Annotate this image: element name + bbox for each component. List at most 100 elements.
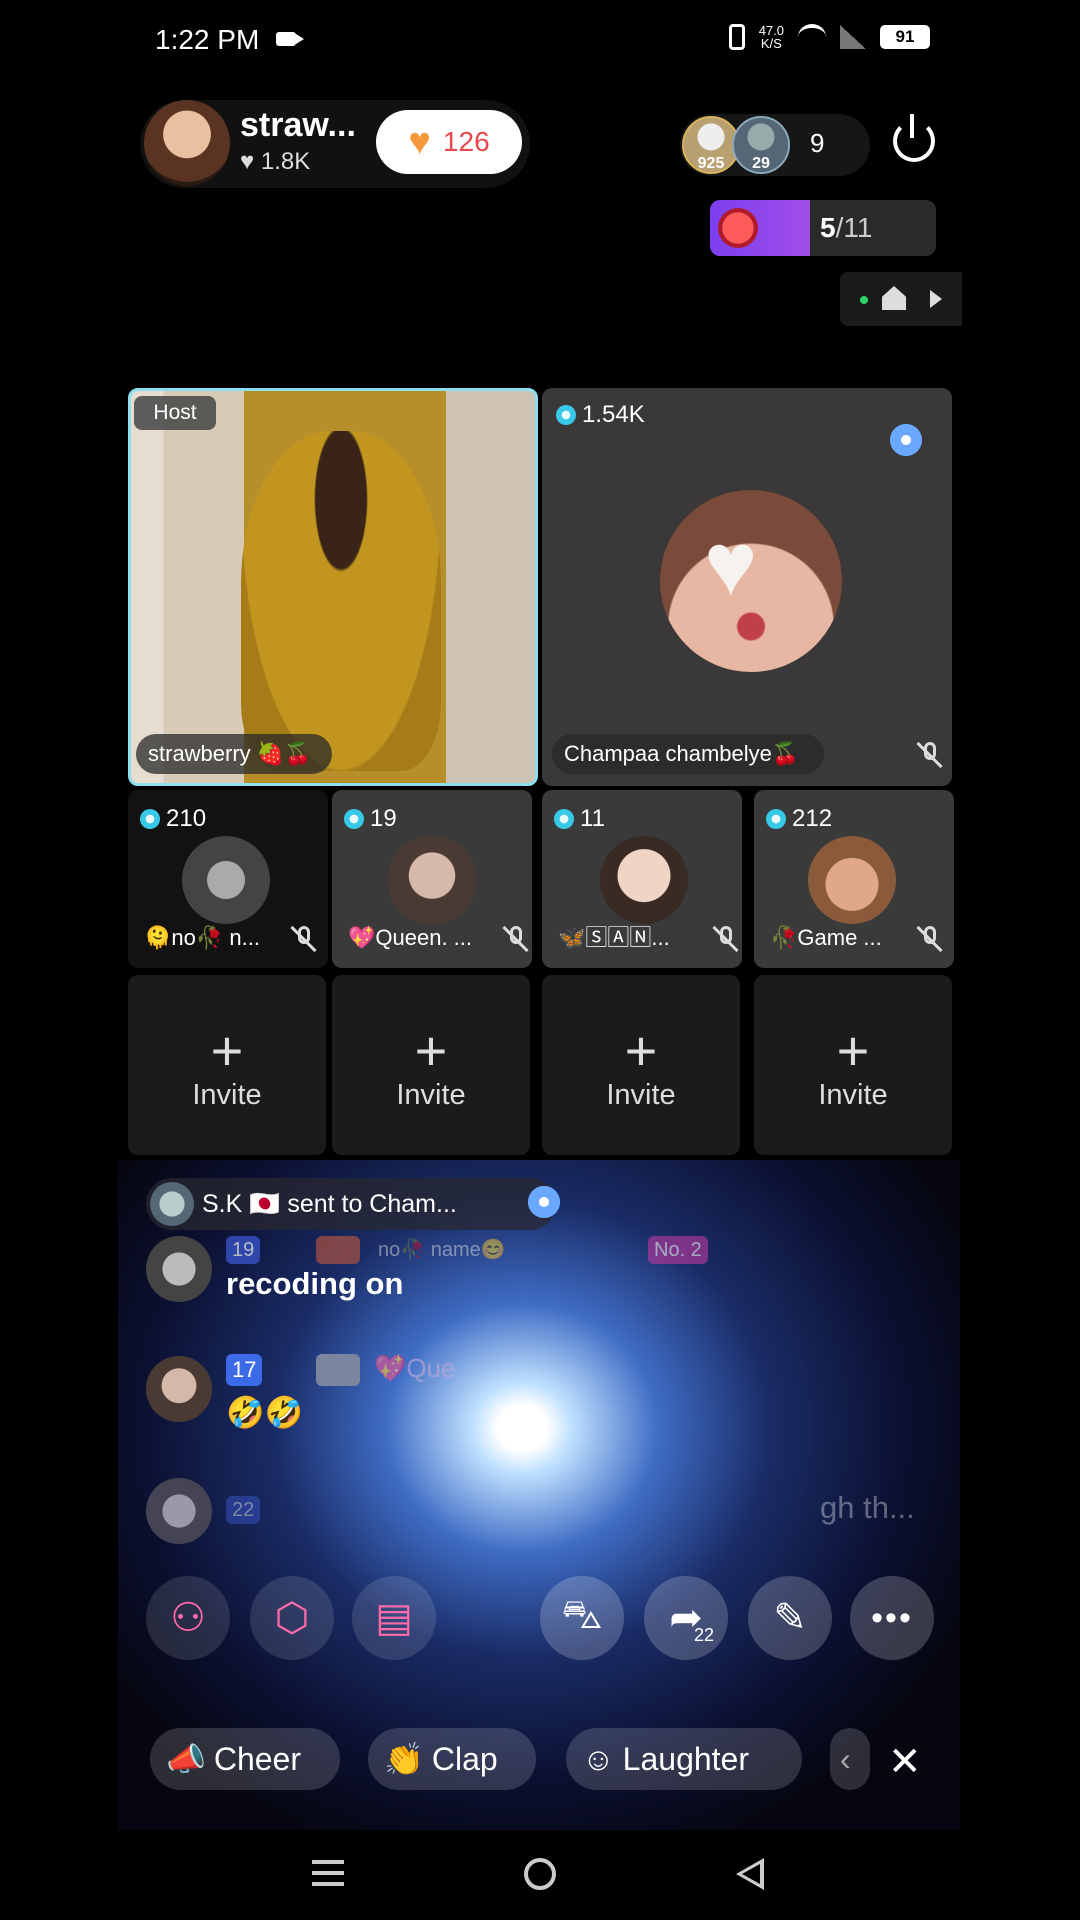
seat-4-gems: 212 — [766, 802, 832, 836]
gem-icon — [556, 405, 576, 425]
host-seat[interactable] — [128, 388, 538, 786]
host-tag: Host — [134, 396, 216, 430]
heart-badge — [316, 1354, 360, 1386]
seat-3-avatar — [600, 836, 688, 924]
shop-button[interactable]: ⛍ — [540, 1576, 624, 1660]
follow-count: 126 — [442, 126, 490, 157]
battery-icon: 91 — [880, 25, 930, 49]
status-bar: 1:22 PM 47.0 K/S 91 — [0, 0, 1080, 80]
power-icon[interactable] — [893, 114, 935, 162]
more-button[interactable]: ••• — [850, 1576, 934, 1660]
host-seat-name: strawberry 🍓🍒 — [136, 734, 332, 774]
gift-banner: S.K 🇯🇵 sent to Cham... — [146, 1174, 572, 1230]
shopping-bag-icon: ⛍ — [561, 1593, 603, 1637]
nav-home-icon[interactable] — [524, 1858, 556, 1890]
invite-seat-2[interactable]: + Invite — [332, 975, 530, 1155]
heart-icon: ♥ — [408, 121, 431, 163]
gift-sender-avatar — [150, 1182, 194, 1226]
goal-progress[interactable]: 5/11 — [710, 200, 936, 256]
level-badge: 17 — [226, 1354, 263, 1386]
wifi-icon — [798, 24, 826, 50]
close-icon[interactable]: ✕ — [888, 1742, 922, 1782]
plus-icon: + — [414, 1019, 448, 1082]
magic-button[interactable]: ✎ — [748, 1576, 832, 1660]
seat-1-name: 🫠no🥀 n... — [144, 925, 260, 950]
top-viewer-avatar-2[interactable]: 29 — [732, 116, 790, 174]
signal-icon — [840, 25, 866, 49]
chat-avatar[interactable] — [146, 1356, 212, 1422]
invite-label: Invite — [818, 1079, 888, 1111]
mini-control[interactable] — [840, 272, 962, 326]
seat-4-avatar — [808, 836, 896, 924]
guests-button[interactable]: ⚇ — [146, 1576, 230, 1660]
invite-label: Invite — [396, 1079, 466, 1111]
chat-avatar[interactable] — [146, 1478, 212, 1544]
vibrate-icon — [728, 24, 745, 50]
plus-icon: + — [624, 1019, 658, 1082]
level-badge: 19 — [226, 1236, 261, 1264]
heart-sticker-icon: ♥ — [704, 515, 758, 615]
invite-seat-3[interactable]: + Invite — [542, 975, 740, 1155]
apple-gift-icon — [718, 208, 758, 248]
share-count: 22 — [693, 1625, 714, 1645]
gift-banner-text: S.K 🇯🇵 sent to Cham... — [202, 1190, 457, 1218]
host-name: straw... — [240, 106, 356, 144]
seat-3-name: 🦋🅂🄰🄽... — [558, 925, 670, 950]
seat-2-gems: 19 — [344, 802, 397, 836]
reaction-more[interactable]: ‹ — [830, 1728, 870, 1790]
video-recording-icon — [276, 32, 304, 46]
reaction-clap[interactable]: 👏 Clap — [368, 1728, 536, 1790]
plus-icon: + — [836, 1019, 870, 1082]
heart-badge — [316, 1236, 360, 1264]
viewer-count: 9 — [810, 128, 825, 158]
laughter-icon: ☺ — [582, 1741, 615, 1777]
mic-off-icon — [290, 924, 318, 952]
live-dot-icon — [860, 296, 868, 304]
level-badge: 22 — [226, 1496, 261, 1524]
mic-off-icon — [916, 924, 944, 952]
seat-2-name: 💖Queen. ... — [348, 925, 473, 950]
book-icon: ▤ — [375, 1596, 413, 1640]
follow-button[interactable]: ♥ 126 — [376, 110, 522, 174]
chevron-left-icon: ‹ — [840, 1741, 851, 1777]
seat-1-avatar — [182, 836, 270, 924]
status-time: 1:22 PM — [155, 24, 260, 55]
seat-2-avatar — [388, 836, 476, 924]
goal-text: 5/11 — [820, 212, 873, 243]
chat-message: recoding on — [226, 1266, 404, 1301]
box-button[interactable]: ⬡ — [250, 1576, 334, 1660]
nav-menu-icon[interactable] — [312, 1860, 344, 1886]
chat-message: 🤣🤣 — [226, 1395, 304, 1430]
reaction-cheer[interactable]: 📣 Cheer — [150, 1728, 340, 1790]
more-icon: ••• — [871, 1598, 913, 1637]
chat-username: no🥀 name😊 — [378, 1239, 506, 1261]
invite-label: Invite — [606, 1079, 676, 1111]
users-icon: ⚇ — [170, 1596, 206, 1640]
cube-icon: ⬡ — [274, 1596, 310, 1640]
status-right: 47.0 K/S 91 — [728, 23, 930, 51]
cheer-icon: 📣 — [166, 1741, 206, 1777]
book-button[interactable]: ▤ — [352, 1576, 436, 1660]
chat-username: 💖Que — [374, 1353, 456, 1383]
share-button[interactable]: ➦ 22 — [644, 1576, 728, 1660]
guest-gem-count: 1.54K — [556, 398, 645, 432]
invite-seat-4[interactable]: + Invite — [754, 975, 952, 1155]
nav-back-icon[interactable] — [736, 1858, 764, 1890]
invite-seat-1[interactable]: + Invite — [128, 975, 326, 1155]
rank-badge: No. 2 — [648, 1236, 708, 1264]
reaction-laughter[interactable]: ☺ Laughter — [566, 1728, 802, 1790]
seat-3-gems: 11 — [554, 802, 605, 836]
net-speed: 47.0 K/S — [758, 23, 784, 51]
play-icon — [930, 290, 942, 308]
chat-message: gh th... — [820, 1490, 915, 1525]
seat-4-name: 🥀Game ... — [770, 925, 882, 950]
mic-off-icon — [712, 924, 740, 952]
host-video — [241, 431, 441, 771]
clap-icon: 👏 — [384, 1741, 424, 1777]
mic-off-icon — [502, 924, 530, 952]
host-avatar[interactable] — [144, 100, 230, 186]
chat-avatar[interactable] — [146, 1236, 212, 1302]
host-likes: ♥ 1.8K — [240, 148, 311, 175]
seat-1-gems: 210 — [140, 802, 206, 836]
guest-avatar[interactable]: ♥ — [660, 490, 842, 672]
